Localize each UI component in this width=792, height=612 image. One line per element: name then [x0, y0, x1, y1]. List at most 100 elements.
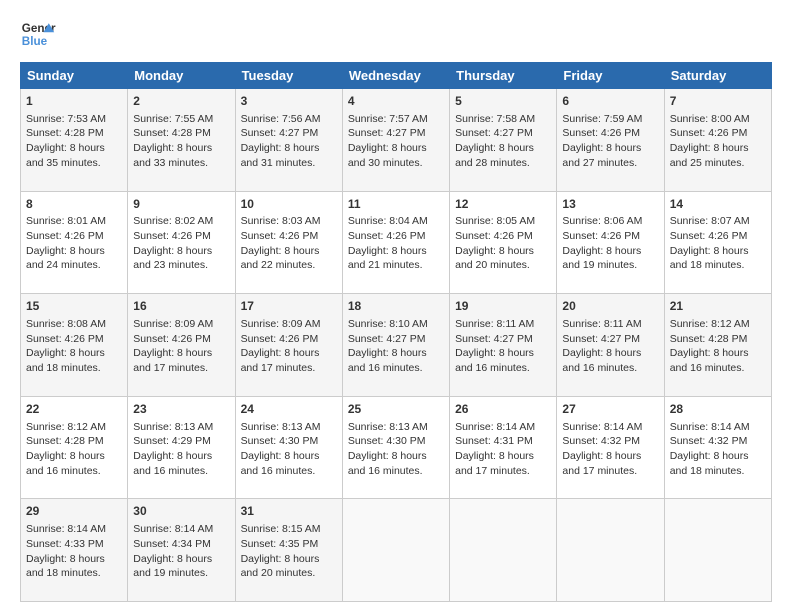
day-number: 6 — [562, 93, 658, 110]
sunrise-text: Sunrise: 8:14 AM — [133, 523, 213, 535]
day-number: 12 — [455, 196, 551, 213]
daylight-text: Daylight: 8 hours and 16 minutes. — [26, 450, 105, 477]
sunset-text: Sunset: 4:26 PM — [26, 333, 104, 345]
calendar-cell: 21Sunrise: 8:12 AMSunset: 4:28 PMDayligh… — [664, 294, 771, 397]
sunset-text: Sunset: 4:32 PM — [562, 435, 640, 447]
day-number: 21 — [670, 298, 766, 315]
calendar-week-2: 8 Sunrise: 8:01 AM Sunset: 4:26 PM Daylight… — [21, 191, 772, 294]
sunset-text: Sunset: 4:26 PM — [133, 230, 211, 242]
day-number: 2 — [133, 93, 229, 110]
sunset-text: Sunset: 4:27 PM — [348, 333, 426, 345]
sunset-text: Sunset: 4:28 PM — [26, 127, 104, 139]
calendar-cell: 5Sunrise: 7:58 AMSunset: 4:27 PMDaylight… — [450, 89, 557, 192]
day-header-tuesday: Tuesday — [235, 63, 342, 89]
calendar-cell: 17Sunrise: 8:09 AMSunset: 4:26 PMDayligh… — [235, 294, 342, 397]
sunset-text: Sunset: 4:27 PM — [562, 333, 640, 345]
calendar-cell: 30Sunrise: 8:14 AMSunset: 4:34 PMDayligh… — [128, 499, 235, 602]
day-header-thursday: Thursday — [450, 63, 557, 89]
calendar-week-1: 1 Sunrise: 7:53 AM Sunset: 4:28 PM Daylight… — [21, 89, 772, 192]
daylight-text: Daylight: 8 hours and 23 minutes. — [133, 245, 212, 272]
daylight-text: Daylight: 8 hours and 30 minutes. — [348, 142, 427, 169]
daylight-text: Daylight: 8 hours and 25 minutes. — [670, 142, 749, 169]
sunset-text: Sunset: 4:28 PM — [26, 435, 104, 447]
day-number: 18 — [348, 298, 444, 315]
calendar-table: SundayMondayTuesdayWednesdayThursdayFrid… — [20, 62, 772, 602]
daylight-text: Daylight: 8 hours and 22 minutes. — [241, 245, 320, 272]
day-number: 11 — [348, 196, 444, 213]
day-number: 22 — [26, 401, 122, 418]
day-header-friday: Friday — [557, 63, 664, 89]
calendar-cell: 4Sunrise: 7:57 AMSunset: 4:27 PMDaylight… — [342, 89, 449, 192]
day-number: 3 — [241, 93, 337, 110]
day-number: 23 — [133, 401, 229, 418]
sunset-text: Sunset: 4:28 PM — [670, 333, 748, 345]
calendar-cell: 27Sunrise: 8:14 AMSunset: 4:32 PMDayligh… — [557, 396, 664, 499]
calendar-cell: 6Sunrise: 7:59 AMSunset: 4:26 PMDaylight… — [557, 89, 664, 192]
sunset-text: Sunset: 4:29 PM — [133, 435, 211, 447]
calendar-cell: 11Sunrise: 8:04 AMSunset: 4:26 PMDayligh… — [342, 191, 449, 294]
daylight-text: Daylight: 8 hours and 17 minutes. — [241, 347, 320, 374]
daylight-text: Daylight: 8 hours and 21 minutes. — [348, 245, 427, 272]
sunrise-text: Sunrise: 8:06 AM — [562, 215, 642, 227]
sunrise-text: Sunrise: 8:09 AM — [241, 318, 321, 330]
sunrise-text: Sunrise: 8:07 AM — [670, 215, 750, 227]
svg-text:Blue: Blue — [22, 35, 48, 48]
sunrise-text: Sunrise: 7:58 AM — [455, 113, 535, 125]
calendar-cell: 1Sunrise: 7:53 AMSunset: 4:28 PMDaylight… — [21, 89, 128, 192]
sunset-text: Sunset: 4:26 PM — [455, 230, 533, 242]
daylight-text: Daylight: 8 hours and 19 minutes. — [133, 553, 212, 580]
daylight-text: Daylight: 8 hours and 17 minutes. — [133, 347, 212, 374]
day-number: 17 — [241, 298, 337, 315]
calendar-week-4: 22Sunrise: 8:12 AMSunset: 4:28 PMDayligh… — [21, 396, 772, 499]
day-number: 26 — [455, 401, 551, 418]
day-number: 25 — [348, 401, 444, 418]
calendar-cell: 23Sunrise: 8:13 AMSunset: 4:29 PMDayligh… — [128, 396, 235, 499]
sunrise-text: Sunrise: 8:05 AM — [455, 215, 535, 227]
day-number: 8 — [26, 196, 122, 213]
daylight-text: Daylight: 8 hours and 16 minutes. — [241, 450, 320, 477]
sunset-text: Sunset: 4:27 PM — [348, 127, 426, 139]
daylight-text: Daylight: 8 hours and 16 minutes. — [348, 450, 427, 477]
sunrise-text: Sunrise: 8:14 AM — [455, 421, 535, 433]
daylight-text: Daylight: 8 hours and 18 minutes. — [26, 347, 105, 374]
day-number: 4 — [348, 93, 444, 110]
day-number: 29 — [26, 503, 122, 520]
header: General Blue — [20, 16, 772, 52]
sunset-text: Sunset: 4:26 PM — [26, 230, 104, 242]
calendar-cell — [450, 499, 557, 602]
calendar-cell: 2Sunrise: 7:55 AMSunset: 4:28 PMDaylight… — [128, 89, 235, 192]
sunset-text: Sunset: 4:26 PM — [670, 127, 748, 139]
sunrise-text: Sunrise: 8:02 AM — [133, 215, 213, 227]
logo: General Blue — [20, 16, 56, 52]
day-header-saturday: Saturday — [664, 63, 771, 89]
sunrise-text: Sunrise: 8:15 AM — [241, 523, 321, 535]
daylight-text: Daylight: 8 hours and 17 minutes. — [455, 450, 534, 477]
logo-icon: General Blue — [20, 16, 56, 52]
daylight-text: Daylight: 8 hours and 20 minutes. — [241, 553, 320, 580]
day-number: 7 — [670, 93, 766, 110]
sunrise-text: Sunrise: 8:01 AM — [26, 215, 106, 227]
sunrise-text: Sunrise: 7:59 AM — [562, 113, 642, 125]
sunrise-text: Sunrise: 7:53 AM — [26, 113, 106, 125]
calendar-cell: 12Sunrise: 8:05 AMSunset: 4:26 PMDayligh… — [450, 191, 557, 294]
day-number: 10 — [241, 196, 337, 213]
sunrise-text: Sunrise: 8:13 AM — [241, 421, 321, 433]
calendar-cell: 20Sunrise: 8:11 AMSunset: 4:27 PMDayligh… — [557, 294, 664, 397]
page: General Blue SundayMondayTuesdayWednesda… — [0, 0, 792, 612]
daylight-text: Daylight: 8 hours and 24 minutes. — [26, 245, 105, 272]
sunrise-text: Sunrise: 8:13 AM — [348, 421, 428, 433]
sunrise-text: Sunrise: 8:11 AM — [455, 318, 534, 330]
sunset-text: Sunset: 4:27 PM — [455, 127, 533, 139]
day-number: 31 — [241, 503, 337, 520]
daylight-text: Daylight: 8 hours and 28 minutes. — [455, 142, 534, 169]
calendar-cell: 9Sunrise: 8:02 AMSunset: 4:26 PMDaylight… — [128, 191, 235, 294]
calendar-cell: 8 Sunrise: 8:01 AM Sunset: 4:26 PM Daylight… — [21, 191, 128, 294]
day-header-wednesday: Wednesday — [342, 63, 449, 89]
calendar-header-row: SundayMondayTuesdayWednesdayThursdayFrid… — [21, 63, 772, 89]
sunset-text: Sunset: 4:32 PM — [670, 435, 748, 447]
day-number: 1 — [26, 93, 122, 110]
calendar-cell: 26Sunrise: 8:14 AMSunset: 4:31 PMDayligh… — [450, 396, 557, 499]
calendar-cell: 18Sunrise: 8:10 AMSunset: 4:27 PMDayligh… — [342, 294, 449, 397]
sunset-text: Sunset: 4:27 PM — [455, 333, 533, 345]
calendar-week-3: 15Sunrise: 8:08 AMSunset: 4:26 PMDayligh… — [21, 294, 772, 397]
